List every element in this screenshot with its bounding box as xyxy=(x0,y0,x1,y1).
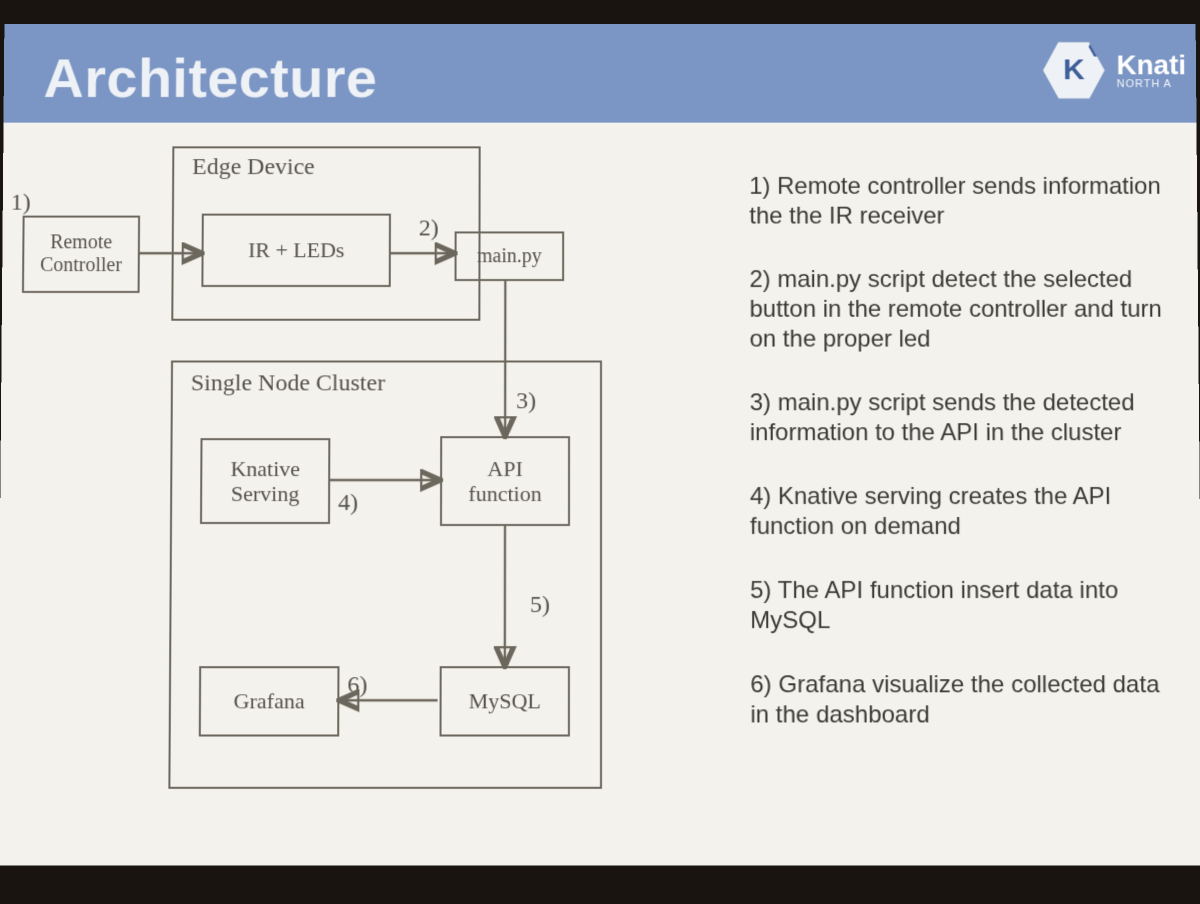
logo-letter: K xyxy=(1063,54,1085,88)
logo-subtitle: NORTH A xyxy=(1117,79,1187,90)
logo-hexagon-icon: K n xyxy=(1043,40,1105,101)
architecture-diagram: 1) 2) 3) 4) 5) 6) Remote Controller Edge… xyxy=(0,123,680,862)
logo-name: Knati xyxy=(1116,50,1186,79)
node-grafana: Grafana xyxy=(199,666,340,736)
note-3: 3) main.py script sends the detected inf… xyxy=(750,388,1180,448)
step-notes: 1) Remote controller sends information t… xyxy=(749,172,1181,730)
label-cluster: Single Node Cluster xyxy=(191,370,385,397)
node-ir-leds: IR + LEDs xyxy=(201,214,391,287)
note-4: 4) Knative serving creates the API funct… xyxy=(750,482,1180,542)
node-knative-serving: Knative Serving xyxy=(200,438,330,524)
brand-logo: K n Knati NORTH A xyxy=(1043,40,1187,101)
note-1: 1) Remote controller sends information t… xyxy=(749,172,1177,231)
slide-title: Architecture xyxy=(43,46,377,110)
node-main-py: main.py xyxy=(455,231,565,281)
step-number-1: 1) xyxy=(11,190,31,217)
node-api-function: API function xyxy=(440,436,570,526)
note-6: 6) Grafana visualize the collected data … xyxy=(750,670,1181,730)
logo-text: Knati NORTH A xyxy=(1116,50,1186,90)
slide: Architecture K n Knati NORTH A 1) 2) 3) … xyxy=(0,24,1200,865)
node-mysql: MySQL xyxy=(440,666,570,736)
logo-sup-letter: n xyxy=(1096,40,1103,54)
label-edge-device: Edge Device xyxy=(192,154,315,181)
node-remote-controller: Remote Controller xyxy=(22,216,140,293)
logo-superscript-icon: n xyxy=(1088,36,1110,58)
slide-header: Architecture K n Knati NORTH A xyxy=(4,24,1197,123)
note-2: 2) main.py script detect the selected bu… xyxy=(749,265,1178,354)
note-5: 5) The API function insert data into MyS… xyxy=(750,576,1181,636)
